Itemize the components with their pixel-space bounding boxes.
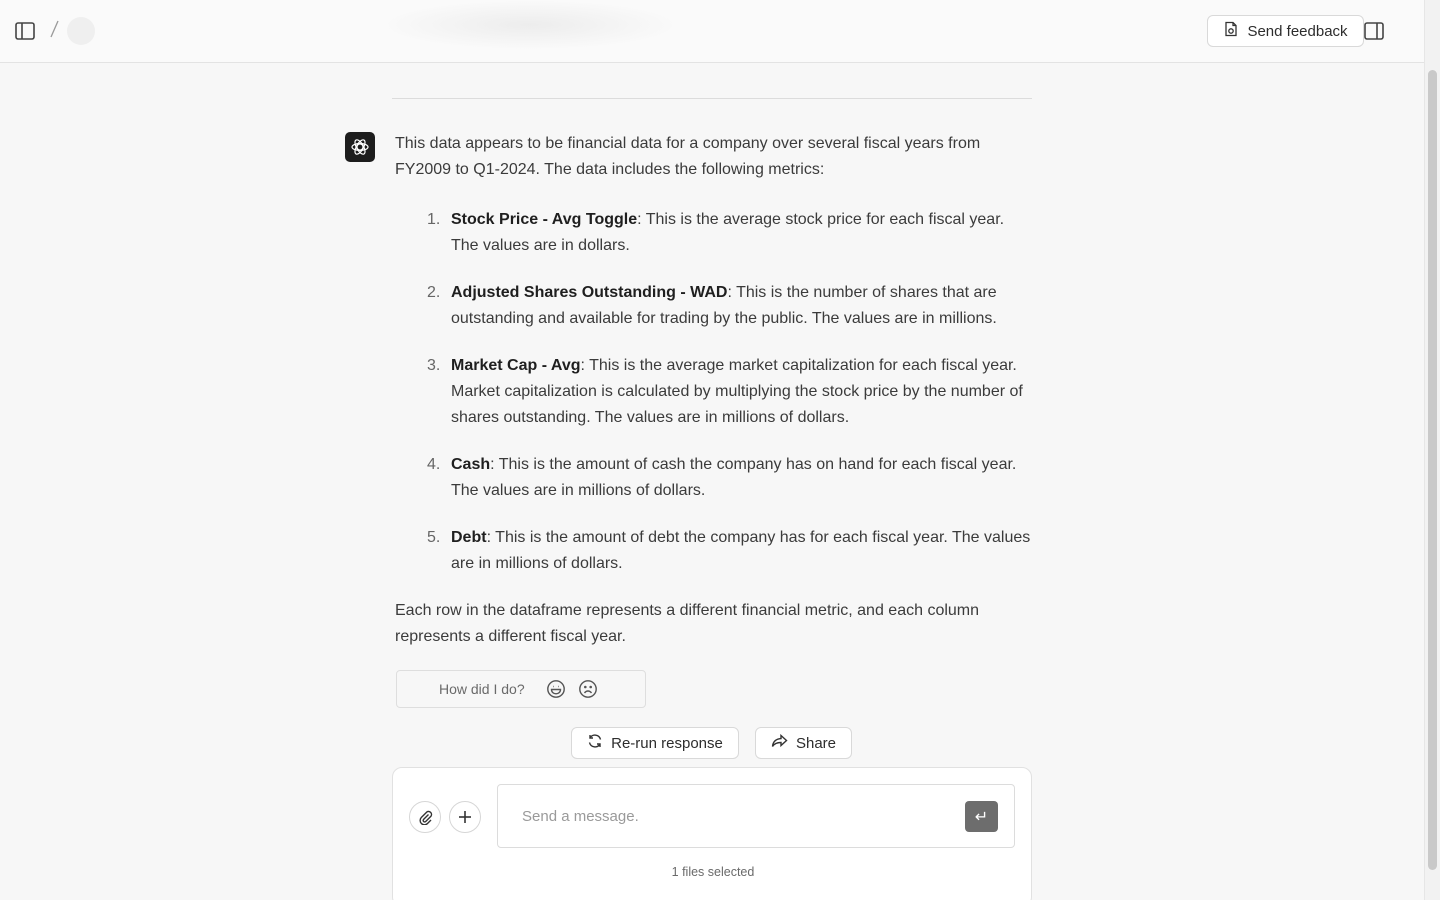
- refresh-icon: [587, 733, 603, 753]
- top-bar: Send feedback: [0, 0, 1424, 63]
- list-item-title: Stock Price - Avg Toggle: [451, 211, 638, 228]
- metrics-list: 1. Stock Price - Avg Toggle : This is the…: [395, 207, 1035, 577]
- scrollbar[interactable]: [1424, 0, 1440, 900]
- list-item: 4. Cash: This is the amount of cash the …: [395, 452, 1035, 504]
- breadcrumb-separator: [49, 19, 59, 44]
- frown-face-icon[interactable]: [577, 678, 599, 700]
- message-input[interactable]: [498, 785, 1014, 847]
- share-label: Share: [795, 734, 837, 752]
- workspace-avatar[interactable]: [67, 17, 95, 45]
- share-button[interactable]: Share: [755, 727, 852, 759]
- share-icon: [771, 733, 788, 752]
- message-composer: ↵ 1 files selected: [392, 767, 1032, 900]
- send-feedback-label: Send feedback: [1247, 22, 1348, 40]
- list-number: 5.: [427, 529, 441, 546]
- list-number: 3.: [427, 357, 441, 374]
- send-button[interactable]: ↵: [965, 801, 998, 832]
- list-item: 3. Market Cap - Avg: This is the average…: [395, 353, 1035, 431]
- files-selected-status: 1 files selected: [671, 865, 755, 879]
- message-divider: [392, 98, 1032, 99]
- message-intro: This data appears to be financial data f…: [395, 135, 981, 178]
- list-number: 4.: [427, 456, 441, 473]
- blurred-title: [380, 0, 680, 50]
- rerun-response-button[interactable]: Re-run response: [571, 727, 739, 759]
- feedback-icon: [1223, 21, 1239, 41]
- list-item: 2. Adjusted Shares Outstanding - WAD: Th…: [395, 280, 1035, 332]
- list-item: 1. Stock Price - Avg Toggle: This is the…: [395, 207, 1035, 259]
- message-input-wrapper: ↵: [497, 784, 1015, 848]
- right-panel-toggle-icon[interactable]: [1362, 19, 1386, 43]
- list-item-text: : This is the amount of debt the company…: [451, 529, 1031, 572]
- list-item-title: Adjusted Shares Outstanding - WAD: [451, 284, 728, 301]
- list-item: 5. Debt: This is the amount of debt the …: [395, 525, 1035, 577]
- rerun-label: Re-run response: [611, 734, 723, 752]
- message-closing: Each row in the dataframe represents a d…: [395, 602, 980, 645]
- smile-face-icon[interactable]: [545, 678, 567, 700]
- sidebar-toggle-icon[interactable]: [13, 19, 37, 43]
- list-item-title: Cash: [451, 456, 491, 473]
- assistant-logo-icon: [345, 132, 375, 162]
- rating-box: How did I do?: [396, 670, 646, 708]
- send-feedback-button[interactable]: Send feedback: [1207, 15, 1364, 47]
- assistant-message: This data appears to be financial data f…: [395, 131, 1035, 650]
- list-number: 2.: [427, 284, 441, 301]
- scrollbar-thumb[interactable]: [1428, 70, 1437, 870]
- plus-icon[interactable]: [449, 801, 481, 833]
- list-item-title: Market Cap - Avg: [451, 357, 581, 374]
- list-item-title: Debt: [451, 529, 487, 546]
- enter-icon: ↵: [974, 808, 989, 826]
- list-item-text: : This is the amount of cash the company…: [451, 456, 1017, 499]
- list-number: 1.: [427, 211, 441, 228]
- rating-prompt: How did I do?: [439, 681, 525, 697]
- paperclip-icon[interactable]: [409, 801, 441, 833]
